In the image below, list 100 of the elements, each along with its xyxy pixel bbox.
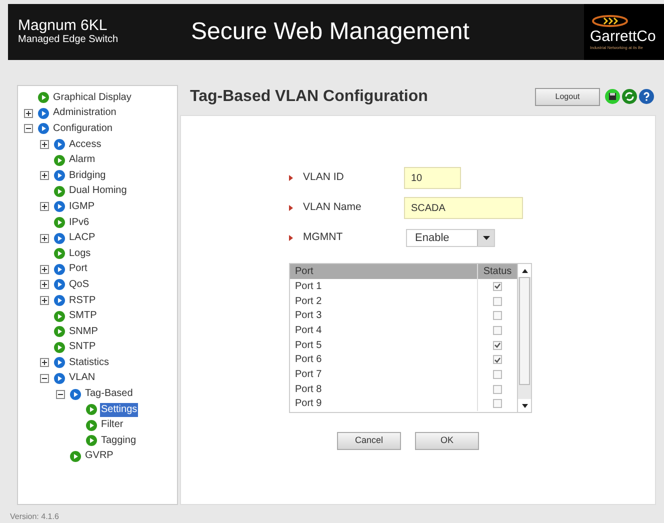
header-title: Secure Web Management <box>191 17 470 47</box>
logo-emblem-icon <box>590 14 630 28</box>
field-label: VLAN Name <box>303 200 362 216</box>
expand-toggle[interactable] <box>40 358 49 368</box>
input-field[interactable]: 10 <box>404 167 461 189</box>
refresh-icon[interactable] <box>622 89 637 104</box>
expand-toggle[interactable] <box>40 140 49 150</box>
expand-toggle[interactable] <box>40 202 49 212</box>
play-icon <box>54 295 65 306</box>
play-icon <box>54 201 65 212</box>
product-subtitle: Managed Edge Switch <box>18 34 120 46</box>
expand-toggle[interactable] <box>40 234 49 243</box>
bullet-icon <box>289 175 293 181</box>
page-title: Tag-Based VLAN Configuration <box>190 87 428 107</box>
field-label: MGMNT <box>303 230 344 246</box>
dropdown[interactable]: Enable <box>406 229 495 247</box>
checkbox[interactable] <box>493 399 502 408</box>
tree-item[interactable]: IPv6 <box>68 216 90 230</box>
product-name: Magnum 6KL <box>18 18 108 34</box>
expand-toggle[interactable] <box>40 171 49 180</box>
column-header: Port <box>294 265 314 279</box>
tree-item[interactable]: Access <box>68 138 102 152</box>
tree-item[interactable]: Graphical Display <box>52 90 132 105</box>
table-cell-text: Port 7 <box>294 368 323 382</box>
tree-item[interactable]: Settings <box>100 402 138 417</box>
tree-item[interactable]: Administration <box>52 106 118 120</box>
input-field[interactable]: SCADA <box>404 197 523 219</box>
ok-button[interactable]: OK <box>415 432 479 450</box>
play-icon <box>54 217 65 228</box>
scroll-up-icon[interactable] <box>522 268 528 272</box>
play-icon <box>54 264 65 275</box>
scroll-down-icon[interactable] <box>522 404 528 408</box>
play-icon <box>54 357 65 368</box>
tree-item[interactable]: Alarm <box>68 153 96 168</box>
checkbox[interactable] <box>493 326 502 335</box>
expand-toggle[interactable] <box>24 108 33 118</box>
tree-item[interactable]: IGMP <box>68 200 96 214</box>
save-icon[interactable] <box>605 89 620 104</box>
dropdown-arrow-icon <box>482 236 490 240</box>
collapse-toggle[interactable] <box>40 374 49 383</box>
tree-item[interactable]: Port <box>68 262 88 276</box>
logout-button[interactable]: Logout <box>535 88 600 106</box>
play-icon <box>54 170 65 182</box>
tree-item[interactable]: VLAN <box>68 371 96 386</box>
table-cell-text: Port 2 <box>294 294 323 309</box>
checkbox[interactable] <box>493 370 502 379</box>
tree-item[interactable]: SNMP <box>68 324 99 339</box>
play-icon <box>86 435 97 446</box>
table-cell-text: Port 1 <box>294 280 323 294</box>
table-cell-text: Port 6 <box>294 353 323 368</box>
checkbox[interactable] <box>493 340 502 350</box>
collapse-toggle[interactable] <box>24 124 33 134</box>
expand-toggle[interactable] <box>40 280 49 290</box>
play-icon <box>54 279 65 290</box>
checkbox[interactable] <box>493 355 502 364</box>
table-cell-text: Port 9 <box>294 397 323 412</box>
table-cell-text: Port 5 <box>294 338 323 353</box>
tree-item[interactable]: Tag-Based <box>84 387 134 402</box>
play-icon <box>54 139 65 150</box>
tree-item[interactable]: Dual Homing <box>68 184 128 198</box>
tree-item[interactable]: Filter <box>100 418 124 432</box>
scrollbar[interactable] <box>517 264 531 412</box>
tree-item[interactable]: QoS <box>68 278 90 292</box>
bullet-icon <box>289 235 293 241</box>
checkbox[interactable] <box>493 384 502 394</box>
tree-item[interactable]: RSTP <box>68 294 97 308</box>
tree-item[interactable]: SMTP <box>68 309 98 324</box>
tree-item[interactable]: Statistics <box>68 356 110 370</box>
checkbox[interactable] <box>493 296 502 306</box>
play-icon <box>54 232 65 244</box>
play-icon <box>70 450 81 462</box>
play-icon <box>54 248 65 260</box>
table-cell-text: Port 8 <box>294 382 323 397</box>
collapse-toggle[interactable] <box>56 390 65 399</box>
tree-item[interactable]: GVRP <box>84 449 114 464</box>
play-icon <box>54 154 65 166</box>
tree-item[interactable]: Bridging <box>68 168 107 183</box>
checkbox[interactable] <box>493 282 502 291</box>
tree-item[interactable]: SNTP <box>68 340 97 354</box>
table-cell-text: Port 3 <box>294 309 323 324</box>
expand-toggle[interactable] <box>40 296 49 306</box>
play-icon <box>54 310 65 322</box>
play-icon <box>70 388 81 400</box>
version-label: Version: 4.1.6 <box>10 511 60 523</box>
tree-item[interactable]: LACP <box>68 231 96 246</box>
logo-text: GarrettCo <box>590 28 656 45</box>
expand-toggle[interactable] <box>40 264 49 274</box>
table-cell-text: Port 4 <box>294 324 323 338</box>
tree-item[interactable]: Configuration <box>52 122 114 136</box>
tree-item[interactable]: Logs <box>68 246 92 261</box>
checkbox[interactable] <box>493 311 502 320</box>
bullet-icon <box>289 205 293 211</box>
play-icon <box>38 123 49 134</box>
play-icon <box>86 404 97 416</box>
play-icon <box>54 326 65 338</box>
play-icon <box>38 92 49 104</box>
cancel-button[interactable]: Cancel <box>337 432 401 450</box>
play-icon <box>54 372 65 384</box>
help-icon[interactable] <box>639 89 654 104</box>
tree-item[interactable]: Tagging <box>100 434 138 448</box>
